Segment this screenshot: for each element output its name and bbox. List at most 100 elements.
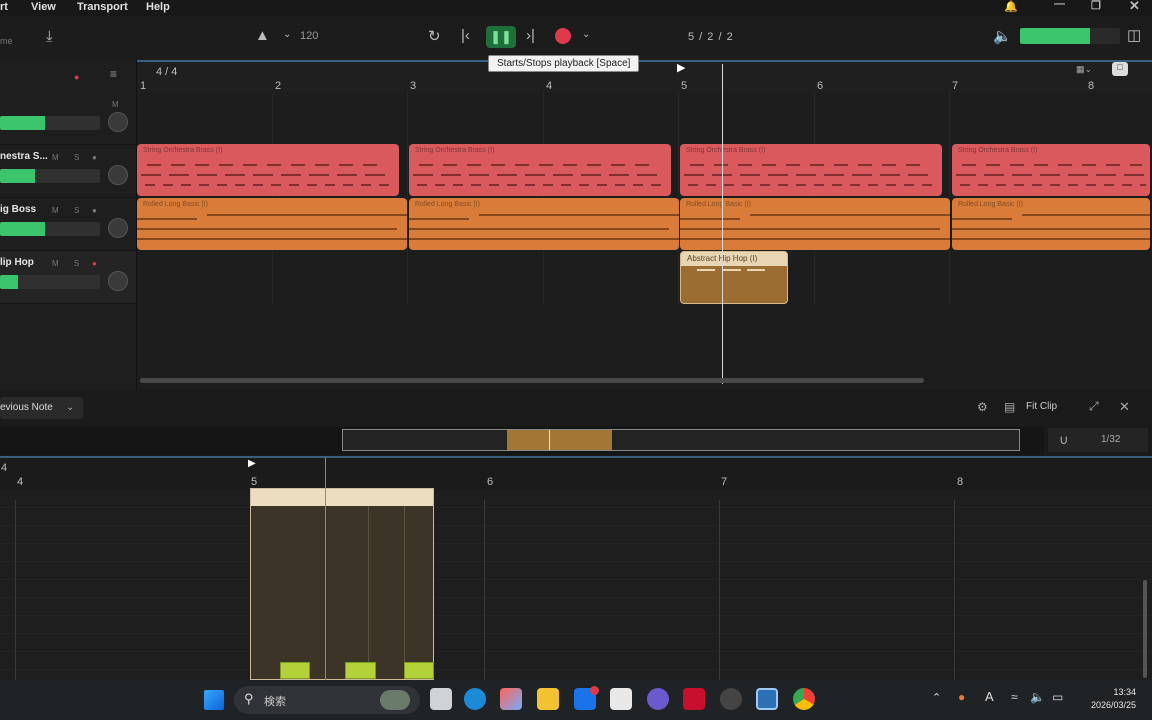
microphone-icon[interactable]: ● [958, 690, 965, 704]
skip-forward-icon[interactable]: ›| [526, 27, 535, 44]
fit-clip-icon[interactable]: ▤ [1004, 400, 1015, 414]
note-grid[interactable] [0, 490, 1152, 680]
horizontal-scrollbar[interactable] [140, 378, 924, 383]
track-header[interactable]: ig Boss M S ● [0, 198, 136, 251]
wifi-icon[interactable]: ≈ [1011, 690, 1018, 704]
close-window-icon[interactable]: ✕ [1129, 0, 1140, 14]
notification-icon[interactable]: 🔔 [1004, 0, 1018, 13]
chrome-icon[interactable] [793, 688, 815, 710]
audio-clip[interactable]: Rolled Long Basic (I) [952, 198, 1150, 250]
play-pause-button[interactable]: ❚❚ [486, 26, 516, 48]
track-volume-meter[interactable] [0, 222, 100, 236]
mute-button[interactable]: M [52, 153, 59, 162]
grid-settings[interactable]: ∪ 1/32 [1048, 428, 1148, 452]
mute-button[interactable]: M [112, 100, 119, 109]
solo-button[interactable]: S [74, 206, 79, 215]
fit-clip-button[interactable]: Fit Clip [1026, 401, 1057, 412]
pan-knob[interactable] [108, 165, 128, 185]
metronome-dropdown-icon[interactable]: ⌄ [283, 29, 291, 40]
track-volume-meter[interactable] [0, 169, 100, 183]
audio-clip[interactable]: String Orchestra Brass (I) [680, 144, 942, 196]
midi-note[interactable] [345, 662, 376, 679]
audio-clip[interactable]: String Orchestra Brass (I) [409, 144, 671, 196]
midi-note[interactable] [280, 662, 310, 679]
volume-icon[interactable]: 🔈 [993, 27, 1012, 45]
audio-clip[interactable]: Rolled Long Basic (I) [137, 198, 407, 250]
record-arm-all-icon[interactable]: ● [74, 72, 79, 82]
menu-item-transport[interactable]: Transport [77, 1, 128, 13]
pan-knob[interactable] [108, 271, 128, 291]
menu-item-view[interactable]: View [31, 1, 56, 13]
vertical-scrollbar[interactable] [1143, 580, 1147, 678]
snap-icon[interactable]: ▦⌄ [1076, 64, 1092, 75]
editor-clip-region[interactable] [250, 488, 434, 680]
timeline-ruler[interactable]: 4 / 4 1 2 3 4 5 6 7 8 ▶ [136, 60, 1152, 92]
task-view-icon[interactable] [430, 688, 452, 710]
mute-button[interactable]: M [52, 206, 59, 215]
mute-button[interactable]: M [52, 259, 59, 268]
playhead[interactable] [722, 64, 723, 384]
app-icon-active[interactable] [756, 688, 778, 710]
editor-playhead[interactable] [325, 458, 326, 680]
record-arm-icon[interactable]: ● [92, 259, 97, 268]
skip-back-icon[interactable]: |‹ [461, 27, 470, 44]
grid-value[interactable]: 1/32 [1101, 434, 1120, 445]
midi-note[interactable] [404, 662, 434, 679]
panel-toggle-icon[interactable]: ◫ [1127, 26, 1141, 44]
magnet-icon[interactable]: ∪ [1059, 432, 1069, 448]
speaker-icon[interactable]: 🔈 [1030, 690, 1045, 704]
expand-icon[interactable]: ⤢ [1089, 399, 1099, 414]
settings-icon[interactable]: ⚙ [977, 400, 988, 414]
ime-icon[interactable]: A [985, 689, 994, 704]
record-arm-icon[interactable]: ● [92, 153, 97, 162]
audio-clip[interactable]: Rolled Long Basic (I) [409, 198, 679, 250]
tempo-display[interactable]: 120 [300, 30, 318, 42]
record-button[interactable] [555, 28, 571, 44]
record-dropdown-icon[interactable]: ⌄ [582, 29, 590, 40]
solo-button[interactable]: S [74, 153, 79, 162]
audio-clip[interactable]: String Orchestra Brass (I) [137, 144, 399, 196]
export-icon[interactable]: ⤓ [46, 28, 53, 45]
minimize-icon[interactable]: — [1054, 0, 1065, 10]
edge-icon[interactable] [464, 688, 486, 710]
master-volume-meter[interactable] [1020, 28, 1120, 44]
audio-clip[interactable]: Rolled Long Basic (I) [680, 198, 950, 250]
audio-clip[interactable]: String Orchestra Brass (I) [952, 144, 1150, 196]
close-editor-icon[interactable]: ✕ [1119, 399, 1130, 415]
metronome-icon[interactable]: ▲ [255, 27, 270, 44]
playhead-marker-icon[interactable]: ▶ [248, 458, 256, 469]
track-header[interactable]: nestra S... M S ● [0, 145, 136, 198]
record-arm-icon[interactable]: ● [92, 206, 97, 215]
start-icon[interactable] [204, 690, 224, 710]
selected-audio-clip[interactable]: Abstract Hip Hop (I) [680, 251, 788, 304]
previous-note-button[interactable]: evious Note ⌄ [0, 397, 83, 419]
taskbar-search[interactable]: ⚲ 検索 [234, 686, 420, 714]
track-header-selected[interactable]: lip Hop M S ● [0, 251, 136, 304]
app-icon-purple[interactable] [647, 688, 669, 710]
solo-button[interactable]: S [74, 259, 79, 268]
store-icon[interactable] [610, 688, 632, 710]
loop-icon[interactable]: ↻ [428, 27, 441, 45]
overview-viewport[interactable] [342, 429, 1020, 451]
playhead-marker-icon[interactable]: ▶ [677, 61, 685, 74]
menu-item-file[interactable]: rt [0, 1, 8, 13]
track-header[interactable]: M [0, 92, 136, 145]
file-explorer-icon[interactable] [537, 688, 559, 710]
tray-chevron-icon[interactable]: ⌃ [932, 691, 941, 704]
battery-icon[interactable]: ▭ [1052, 690, 1063, 704]
zoom-icon[interactable]: □ [1112, 62, 1128, 76]
app-icon-dark[interactable] [720, 688, 742, 710]
editor-ruler[interactable]: 4 4 5 6 7 8 ▶ [0, 456, 1152, 490]
app-icon-red[interactable] [683, 688, 705, 710]
pan-knob[interactable] [108, 112, 128, 132]
editor-clip-header[interactable] [251, 489, 433, 506]
track-menu-icon[interactable]: ≡ [110, 67, 117, 81]
copilot-icon[interactable] [500, 688, 522, 710]
restore-icon[interactable]: ❐ [1091, 0, 1101, 12]
pan-knob[interactable] [108, 218, 128, 238]
track-volume-meter[interactable] [0, 275, 100, 289]
menu-item-help[interactable]: Help [146, 1, 170, 13]
taskbar-clock[interactable]: 13:34 2026/03/25 [1080, 686, 1136, 712]
toolbar-left-label[interactable]: me [0, 36, 13, 46]
track-volume-meter[interactable] [0, 116, 100, 130]
